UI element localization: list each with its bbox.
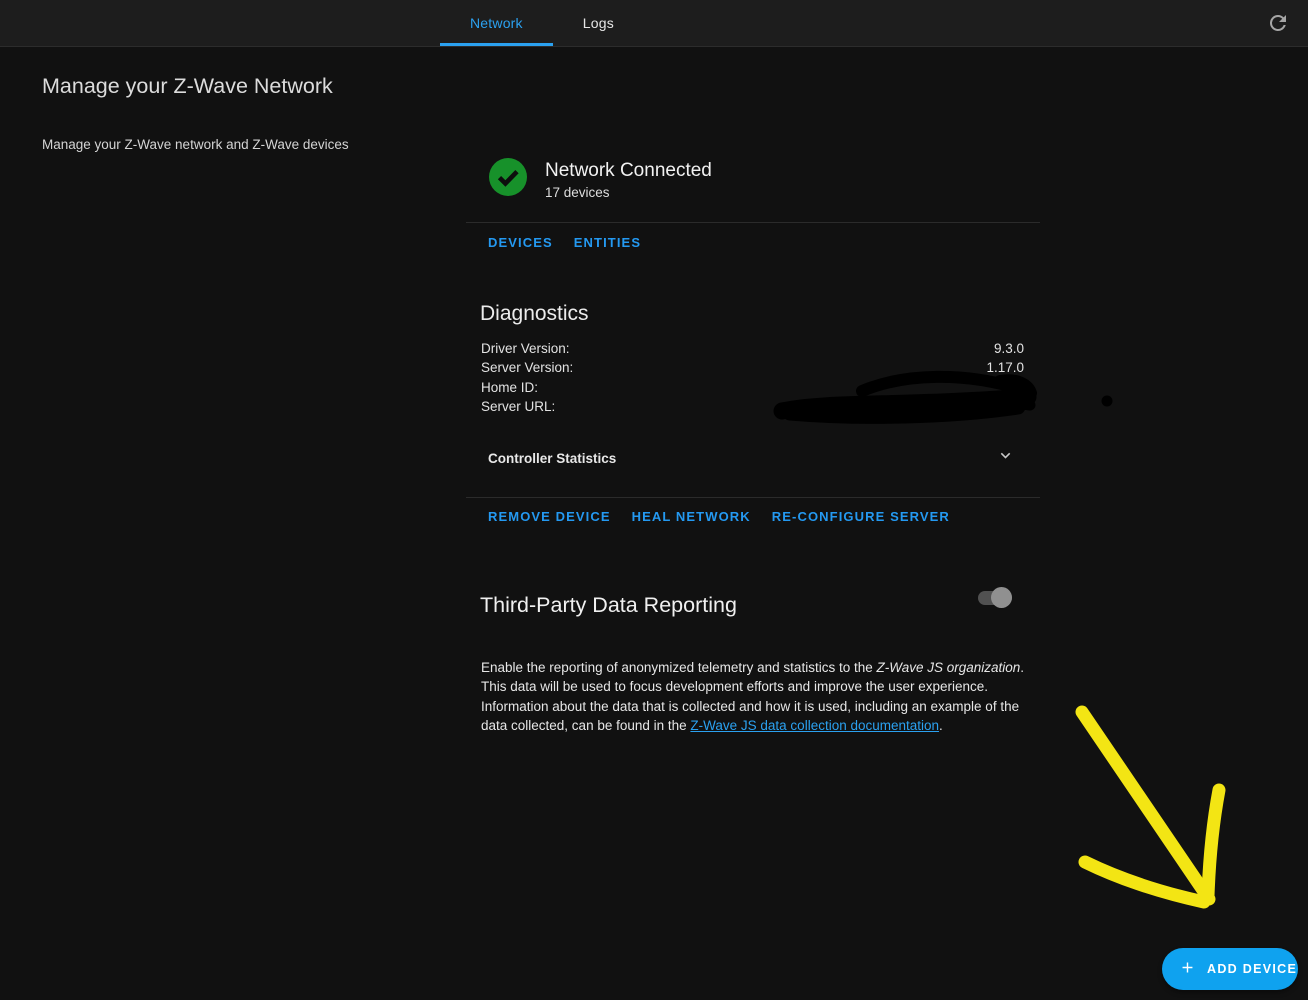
tab-logs-label: Logs: [582, 15, 614, 31]
diagnostic-row-home-id: Home ID:: [481, 378, 1024, 397]
tab-network-label: Network: [470, 15, 523, 31]
reconfigure-server-button[interactable]: RE-CONFIGURE SERVER: [764, 506, 958, 527]
devices-button[interactable]: DEVICES: [480, 232, 561, 253]
add-device-label: ADD DEVICE: [1207, 962, 1298, 976]
diagnostic-value: 9.3.0: [993, 341, 1024, 356]
heal-network-button[interactable]: HEAL NETWORK: [624, 506, 759, 527]
remove-device-button[interactable]: REMOVE DEVICE: [480, 506, 619, 527]
diagnostic-row-server-version: Server Version: 1.17.0: [481, 358, 1024, 377]
entities-button[interactable]: ENTITIES: [566, 232, 649, 253]
page-title: Manage your Z-Wave Network: [42, 74, 333, 98]
topbar: Network Logs: [0, 0, 1308, 47]
data-collection-doc-link[interactable]: Z-Wave JS data collection documentation: [690, 718, 939, 733]
controller-statistics-expander[interactable]: Controller Statistics: [488, 447, 1015, 469]
tab-bar: Network Logs: [440, 0, 644, 46]
plus-icon: [1179, 959, 1196, 979]
network-status: Network Connected 17 devices: [489, 158, 712, 201]
diagnostics-title: Diagnostics: [480, 302, 589, 325]
tab-network[interactable]: Network: [440, 0, 553, 46]
divider: [466, 222, 1040, 223]
diagnostic-row-driver-version: Driver Version: 9.3.0: [481, 339, 1024, 358]
refresh-icon: [1266, 14, 1290, 38]
add-device-button[interactable]: ADD DEVICE: [1162, 948, 1298, 990]
chevron-down-icon: [996, 446, 1015, 470]
page-subtitle: Manage your Z-Wave network and Z-Wave de…: [42, 137, 349, 152]
diagnostic-value: 1.17.0: [986, 360, 1024, 376]
description-italic: Z-Wave JS organization: [876, 660, 1021, 675]
diagnostic-label: Home ID:: [481, 379, 539, 395]
diagnostic-label: Server Version:: [481, 360, 574, 376]
diagnostic-label: Driver Version:: [481, 341, 570, 356]
network-action-row: REMOVE DEVICE HEAL NETWORK RE-CONFIGURE …: [480, 506, 958, 527]
description-text: Enable the reporting of anonymized telem…: [481, 660, 877, 675]
diagnostics-table: Driver Version: 9.3.0 Server Version: 1.…: [481, 339, 1024, 416]
check-circle-icon: [489, 158, 527, 201]
refresh-button[interactable]: [1265, 10, 1291, 36]
network-device-count: 17 devices: [545, 184, 610, 200]
divider: [466, 497, 1040, 498]
third-party-reporting-toggle[interactable]: [978, 586, 1014, 609]
controller-statistics-label: Controller Statistics: [488, 450, 617, 466]
diagnostic-row-server-url: Server URL:: [481, 397, 1024, 416]
redaction-dot: [1101, 395, 1113, 407]
description-text: .: [939, 718, 943, 734]
network-status-title: Network Connected: [545, 159, 712, 181]
reporting-description: Enable the reporting of anonymized telem…: [481, 658, 1027, 736]
toggle-knob: [991, 587, 1012, 608]
reporting-title: Third-Party Data Reporting: [480, 593, 737, 617]
status-action-row: DEVICES ENTITIES: [480, 232, 649, 253]
diagnostic-label: Server URL:: [481, 398, 556, 414]
tab-logs[interactable]: Logs: [553, 0, 644, 46]
